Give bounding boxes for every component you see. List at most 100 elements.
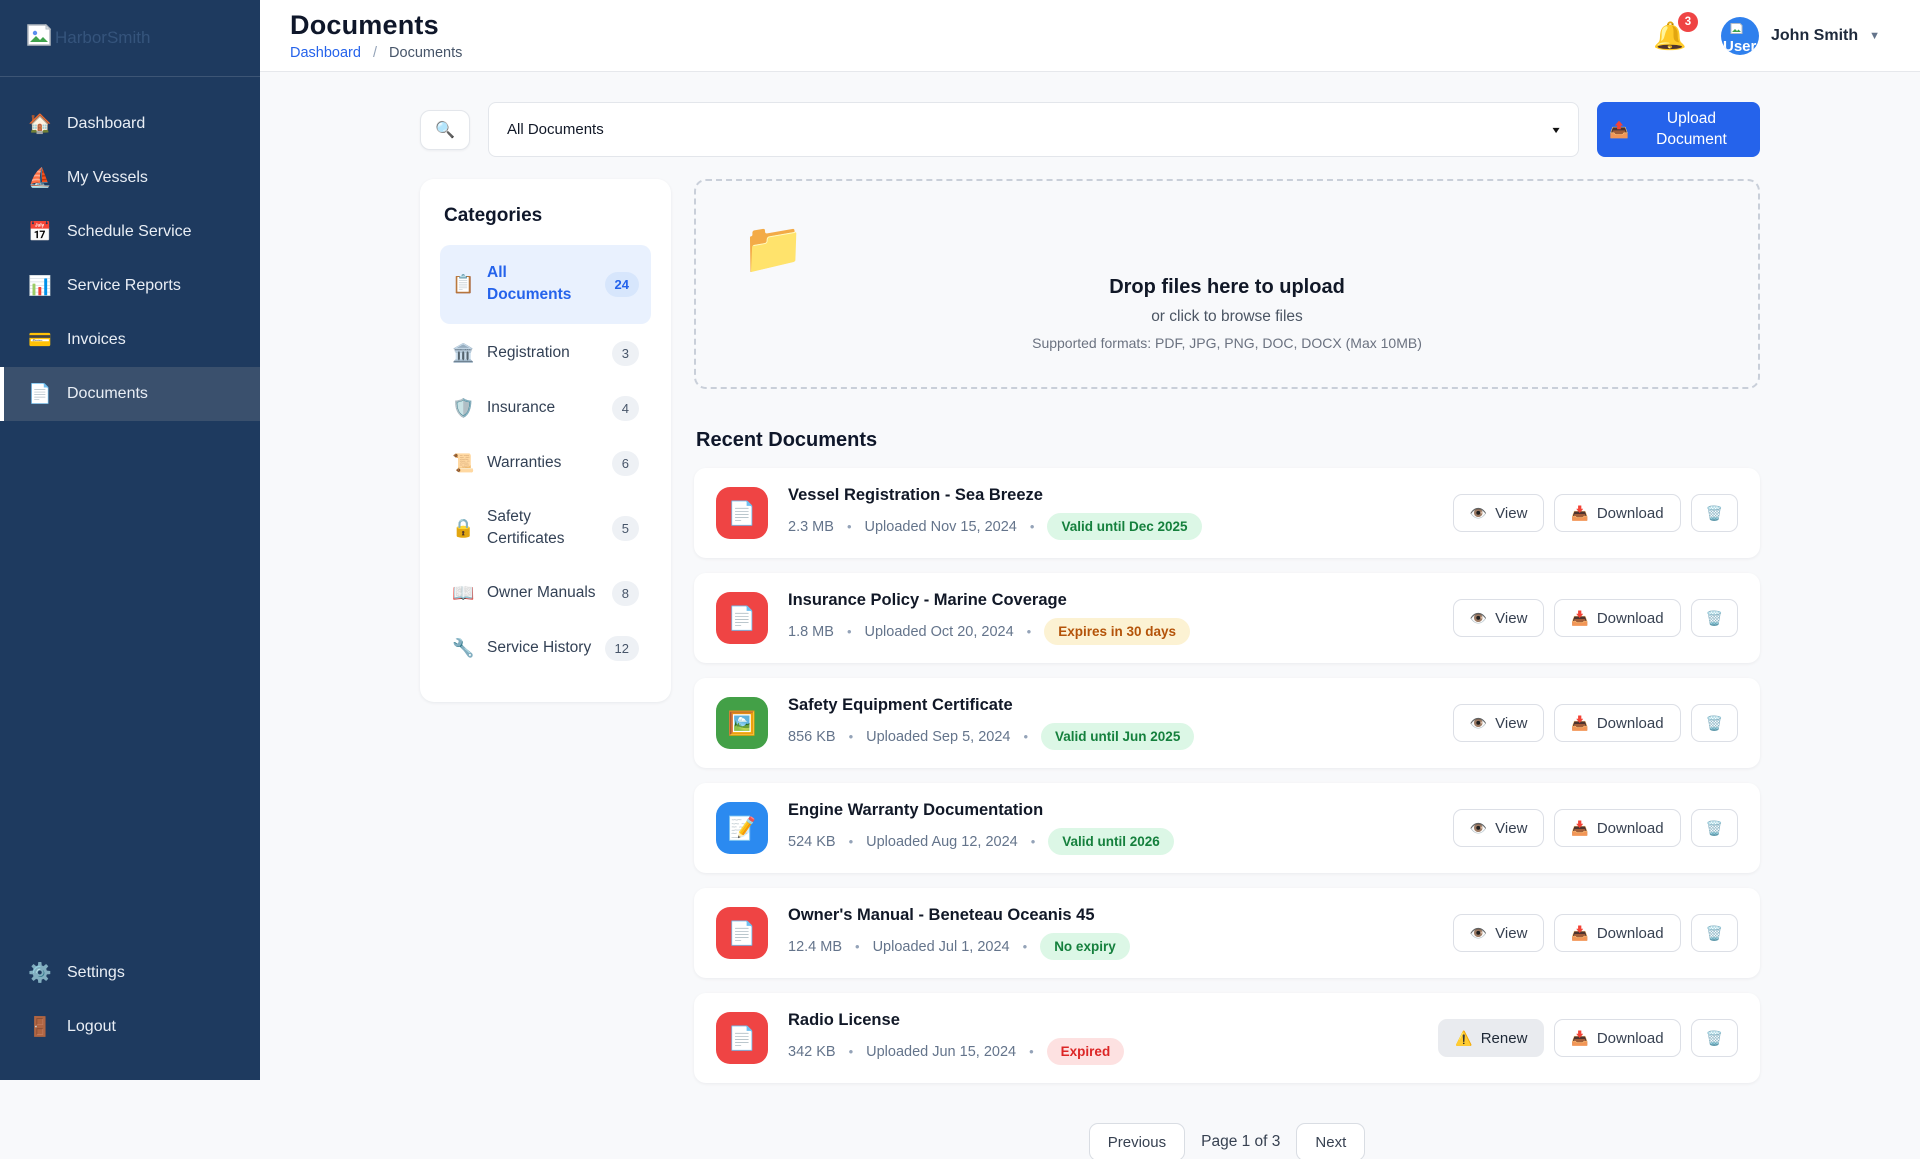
delete-button[interactable]: 🗑️ <box>1691 704 1738 742</box>
upload-document-button[interactable]: 📤 Upload Document <box>1597 102 1760 157</box>
calendar-icon: 📅 <box>28 220 52 244</box>
category-safety-certificates[interactable]: 🔒 Safety Certificates 5 <box>440 493 651 564</box>
upload-dropzone[interactable]: 📁 Drop files here to upload or click to … <box>694 179 1760 389</box>
sidebar-item-label: Invoices <box>67 331 126 349</box>
clipboard-icon: 📋 <box>452 274 474 295</box>
header-right: 🔔 3 User John Smith ▼ <box>1653 17 1880 55</box>
bullet-separator: • <box>849 729 854 744</box>
download-button[interactable]: 📥 Download <box>1554 914 1680 952</box>
delete-button[interactable]: 🗑️ <box>1691 914 1738 952</box>
document-uploaded: Uploaded Oct 20, 2024 <box>865 624 1014 640</box>
document-actions: 👁️ View 📥 Download 🗑️ <box>1453 914 1738 952</box>
document-uploaded: Uploaded Aug 12, 2024 <box>866 834 1018 850</box>
status-badge: Valid until 2026 <box>1048 828 1174 855</box>
status-badge: Expired <box>1047 1038 1125 1065</box>
sidebar-item-my-vessels[interactable]: ⛵ My Vessels <box>0 151 260 205</box>
document-row-engine-warranty: 📝 Engine Warranty Documentation 524 KB •… <box>694 783 1760 873</box>
category-owner-manuals[interactable]: 📖 Owner Manuals 8 <box>440 568 651 619</box>
bullet-separator: • <box>1030 519 1035 534</box>
category-warranties[interactable]: 📜 Warranties 6 <box>440 438 651 489</box>
download-button[interactable]: 📥 Download <box>1554 809 1680 847</box>
sidebar: HarborSmith 🏠 Dashboard ⛵ My Vessels 📅 S… <box>0 0 260 1080</box>
breadcrumb-current: Documents <box>389 45 462 61</box>
renew-button[interactable]: ⚠️ Renew <box>1438 1019 1544 1057</box>
document-uploaded: Uploaded Nov 15, 2024 <box>865 519 1017 535</box>
sailboat-icon: ⛵ <box>28 166 52 190</box>
sidebar-item-label: My Vessels <box>67 169 148 187</box>
trash-icon: 🗑️ <box>1706 925 1723 942</box>
download-icon: 📥 <box>1571 1030 1588 1047</box>
document-actions: 👁️ View 📥 Download 🗑️ <box>1453 599 1738 637</box>
category-service-history[interactable]: 🔧 Service History 12 <box>440 623 651 674</box>
documents-filter-select[interactable]: All Documents <box>488 102 1579 157</box>
category-all-documents[interactable]: 📋 All Documents 24 <box>440 245 651 324</box>
document-size: 524 KB <box>788 834 836 850</box>
view-button[interactable]: 👁️ View <box>1453 809 1545 847</box>
delete-button[interactable]: 🗑️ <box>1691 1019 1738 1057</box>
search-button[interactable]: 🔍 <box>420 110 470 150</box>
delete-button[interactable]: 🗑️ <box>1691 809 1738 847</box>
download-button[interactable]: 📥 Download <box>1554 1019 1680 1057</box>
shield-icon: 🛡️ <box>452 398 474 419</box>
document-actions: 👁️ View 📥 Download 🗑️ <box>1453 809 1738 847</box>
document-size: 342 KB <box>788 1044 836 1060</box>
brand-logo[interactable]: HarborSmith <box>0 0 260 77</box>
sidebar-item-dashboard[interactable]: 🏠 Dashboard <box>0 97 260 151</box>
download-button[interactable]: 📥 Download <box>1554 599 1680 637</box>
sidebar-item-service-reports[interactable]: 📊 Service Reports <box>0 259 260 313</box>
download-button[interactable]: 📥 Download <box>1554 704 1680 742</box>
document-uploaded: Uploaded Jun 15, 2024 <box>866 1044 1016 1060</box>
previous-page-button[interactable]: Previous <box>1089 1123 1185 1159</box>
classical-building-icon: 🏛️ <box>452 343 474 364</box>
trash-icon: 🗑️ <box>1706 505 1723 522</box>
bar-chart-icon: 📊 <box>28 274 52 298</box>
sidebar-footer: ⚙️ Settings 🚪 Logout <box>0 946 260 1080</box>
view-button[interactable]: 👁️ View <box>1453 599 1545 637</box>
bullet-separator: • <box>849 1044 854 1059</box>
delete-button[interactable]: 🗑️ <box>1691 494 1738 532</box>
upload-icon: 📤 <box>1609 120 1629 140</box>
download-icon: 📥 <box>1571 715 1588 732</box>
scroll-icon: 📜 <box>452 453 474 474</box>
page-header: Documents Dashboard / Documents 🔔 3 User… <box>260 0 1920 72</box>
category-label: Owner Manuals <box>487 582 599 604</box>
delete-button[interactable]: 🗑️ <box>1691 599 1738 637</box>
bullet-separator: • <box>849 834 854 849</box>
document-title: Engine Warranty Documentation <box>788 801 1433 820</box>
search-icon: 🔍 <box>435 120 455 140</box>
eye-icon: 👁️ <box>1470 820 1487 837</box>
sidebar-item-logout[interactable]: 🚪 Logout <box>0 1000 260 1054</box>
category-insurance[interactable]: 🛡️ Insurance 4 <box>440 383 651 434</box>
categories-panel: Categories 📋 All Documents 24 🏛️ Registr… <box>420 179 671 702</box>
category-registration[interactable]: 🏛️ Registration 3 <box>440 328 651 379</box>
image-file-icon: 🖼️ <box>716 697 768 749</box>
categories-title: Categories <box>444 205 647 227</box>
breadcrumb: Dashboard / Documents <box>290 45 462 61</box>
view-button[interactable]: 👁️ View <box>1453 914 1545 952</box>
sidebar-item-invoices[interactable]: 💳 Invoices <box>0 313 260 367</box>
credit-card-icon: 💳 <box>28 328 52 352</box>
sidebar-item-documents[interactable]: 📄 Documents <box>0 367 260 421</box>
trash-icon: 🗑️ <box>1706 1030 1723 1047</box>
sidebar-item-schedule-service[interactable]: 📅 Schedule Service <box>0 205 260 259</box>
documents-page: HarborSmith 🏠 Dashboard ⛵ My Vessels 📅 S… <box>0 0 1920 1159</box>
lock-icon: 🔒 <box>452 518 474 539</box>
chevron-down-icon[interactable]: ▼ <box>1869 30 1880 42</box>
view-button[interactable]: 👁️ View <box>1453 704 1545 742</box>
status-badge: No expiry <box>1040 933 1130 960</box>
avatar[interactable]: User <box>1721 17 1759 55</box>
notifications-button[interactable]: 🔔 3 <box>1653 20 1687 52</box>
next-page-button[interactable]: Next <box>1296 1123 1365 1159</box>
dropzone-subtitle: or click to browse files <box>742 308 1712 326</box>
sidebar-item-label: Schedule Service <box>67 223 192 241</box>
sidebar-item-settings[interactable]: ⚙️ Settings <box>0 946 260 1000</box>
view-button[interactable]: 👁️ View <box>1453 494 1545 532</box>
category-count-badge: 3 <box>612 341 639 366</box>
document-title: Vessel Registration - Sea Breeze <box>788 486 1433 505</box>
document-row-insurance-policy: 📄 Insurance Policy - Marine Coverage 1.8… <box>694 573 1760 663</box>
document-meta: 2.3 MB • Uploaded Nov 15, 2024 • Valid u… <box>788 513 1433 540</box>
warning-icon: ⚠️ <box>1455 1030 1472 1047</box>
download-button[interactable]: 📥 Download <box>1554 494 1680 532</box>
breadcrumb-dashboard-link[interactable]: Dashboard <box>290 45 361 61</box>
trash-icon: 🗑️ <box>1706 820 1723 837</box>
